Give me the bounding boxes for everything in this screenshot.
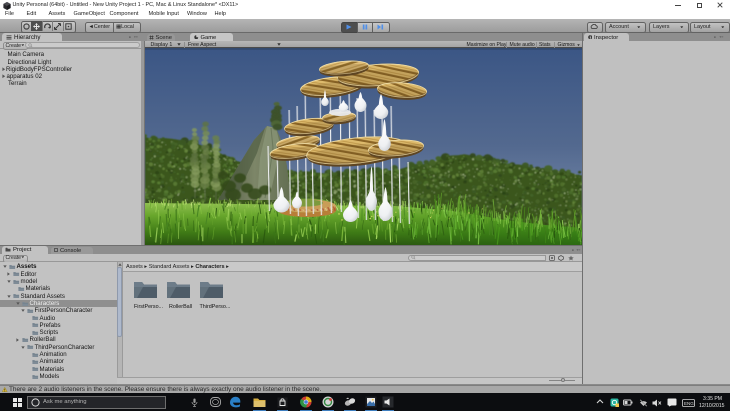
svg-text:ENG: ENG: [684, 400, 694, 405]
